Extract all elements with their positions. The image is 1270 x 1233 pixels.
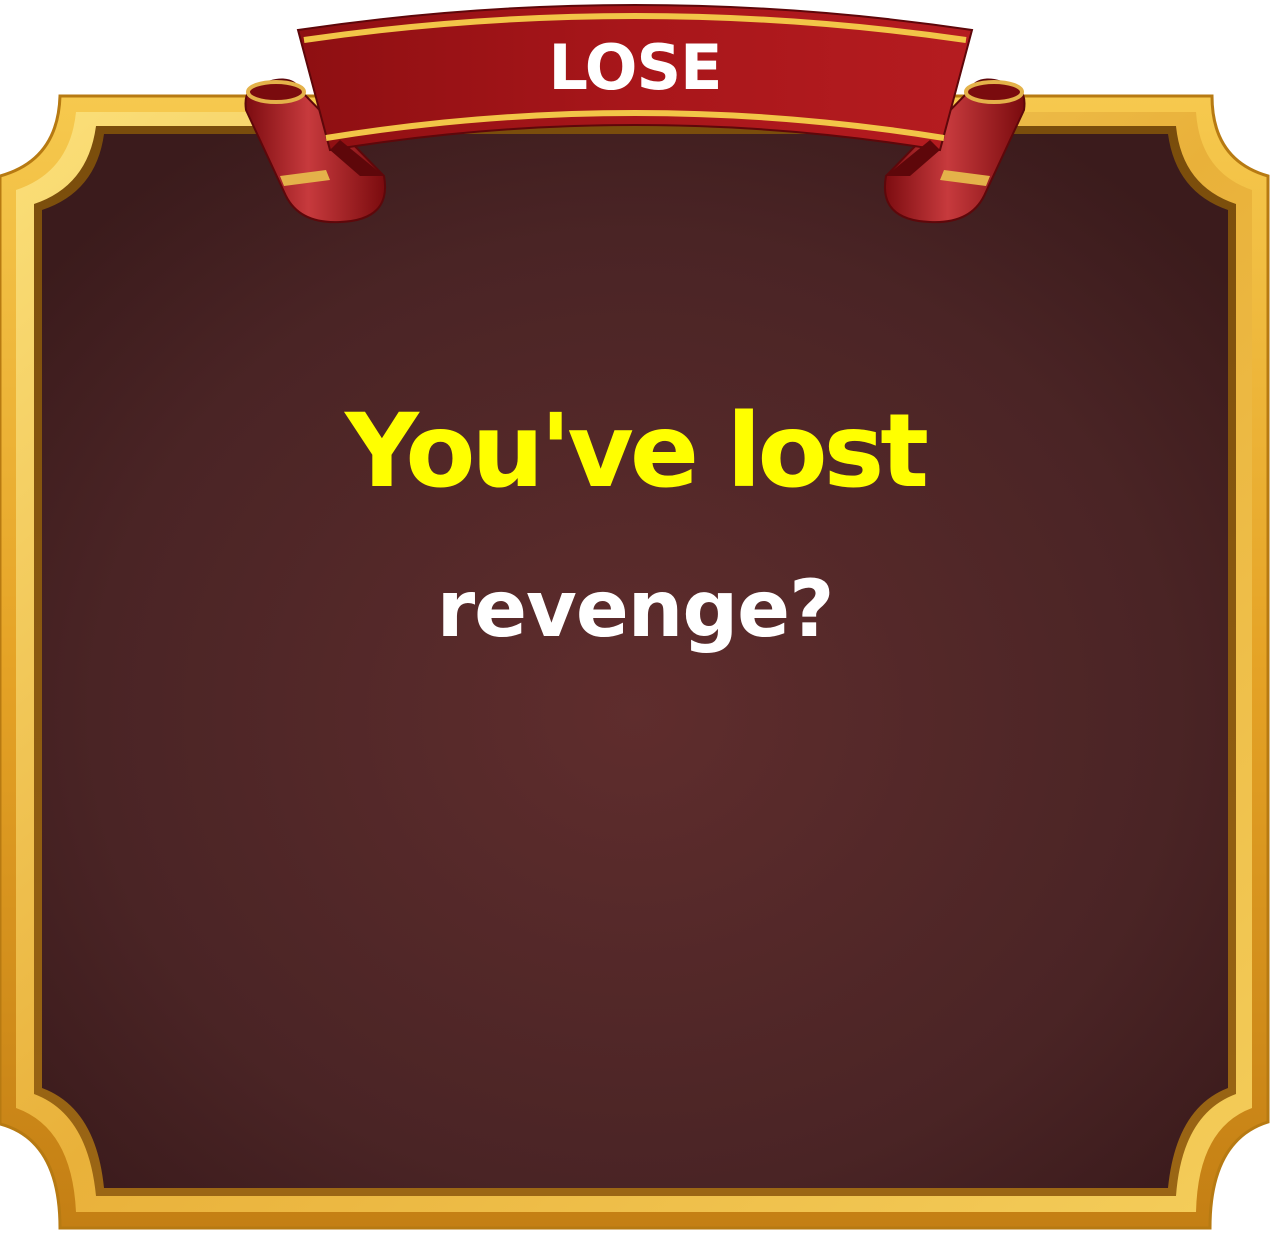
result-headline: You've lost xyxy=(344,392,929,511)
banner-label: LOSE xyxy=(548,31,722,104)
dialog-panel xyxy=(42,134,1228,1188)
revenge-prompt: revenge? xyxy=(436,565,835,655)
